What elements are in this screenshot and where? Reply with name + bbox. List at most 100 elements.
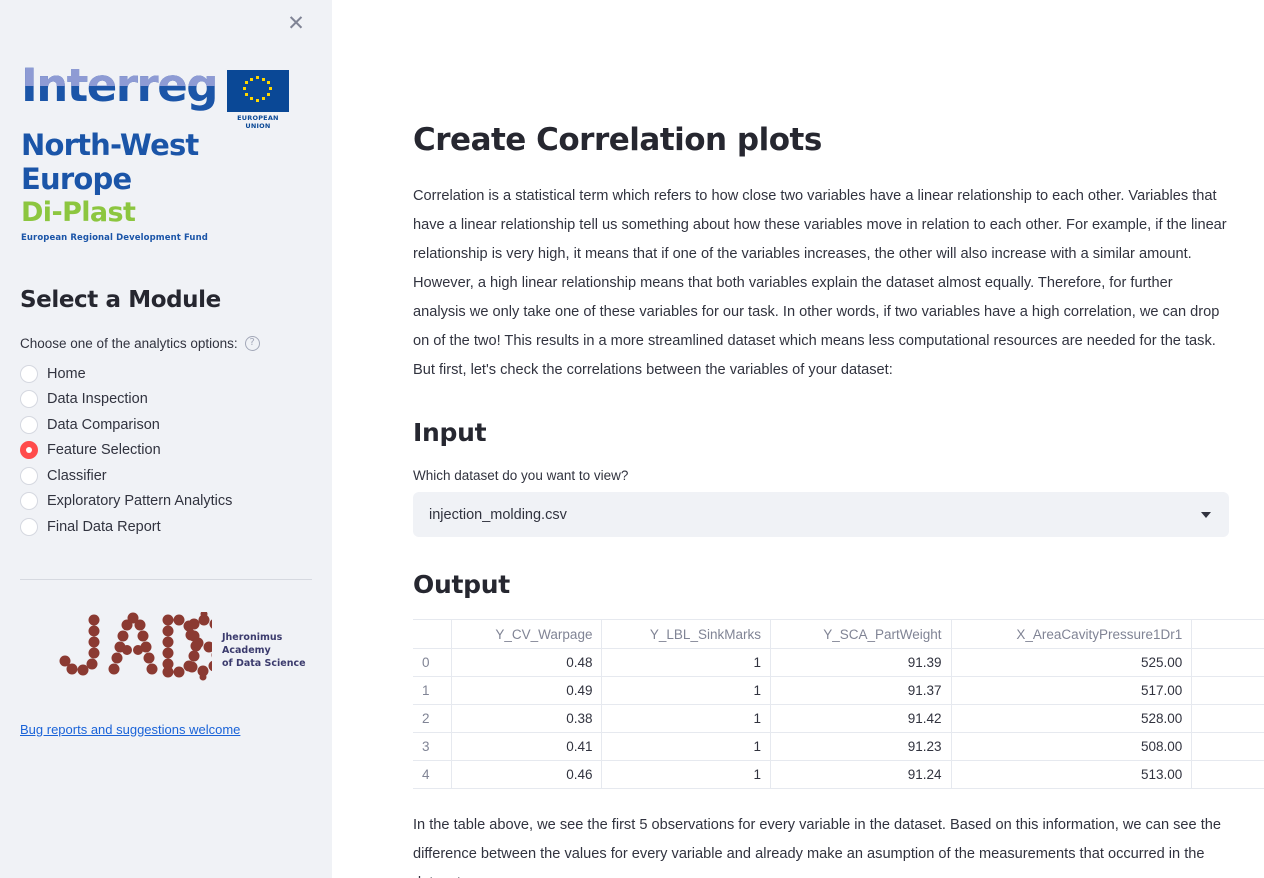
jads-tagline-line-1: Jheronimus — [222, 631, 283, 643]
cell: 91.23 — [769, 732, 952, 761]
sidebar: ✕ Interreg Interreg — [0, 0, 332, 878]
radio-mark-final-data-report[interactable] — [20, 517, 38, 536]
jads-logo: Jheronimus Academy of Data Science — [20, 610, 312, 689]
interreg-logo: Interreg Interreg — [20, 62, 312, 243]
chevron-down-icon[interactable] — [1201, 511, 1211, 518]
sidebar-divider — [20, 578, 312, 580]
jads-tagline: Jheronimus Academy of Data Science — [222, 631, 306, 670]
column-header-y-lbl-sinkmarks[interactable]: Y_LBL_SinkMarks — [601, 619, 771, 649]
app-root: ✕ Interreg Interreg — [0, 0, 1264, 878]
eu-flag-icon — [226, 70, 289, 112]
close-icon[interactable]: ✕ — [282, 10, 310, 38]
module-radio-label: Choose one of the analytics options: ? — [20, 336, 312, 351]
jads-tagline-line-2: Academy — [222, 644, 271, 656]
input-section-title: Input — [413, 418, 487, 447]
cell: 12 — [1191, 704, 1264, 733]
cell: 0.48 — [451, 648, 603, 677]
cell: 517.00 — [950, 676, 1193, 705]
radio-mark-classifier[interactable] — [20, 466, 38, 485]
cell: 528.00 — [950, 704, 1193, 733]
cell: 1 — [601, 648, 771, 677]
cell: 525.00 — [950, 648, 1193, 677]
radio-mark-feature-selection[interactable] — [20, 441, 38, 460]
column-header-y-cv-warpage[interactable]: Y_CV_Warpage — [451, 619, 603, 649]
dataset-question-label: Which dataset do you want to view? — [413, 468, 629, 483]
sidebar-item-data-comparison[interactable]: Data Comparison — [20, 412, 312, 438]
cell: 1 — [601, 732, 771, 761]
cell: 91.24 — [769, 760, 952, 789]
cell: 12 — [1191, 676, 1264, 705]
cell: 0.41 — [451, 732, 603, 761]
cell: 508.00 — [950, 732, 1193, 761]
eu-flag-caption: EUROPEAN UNION — [237, 114, 279, 130]
dataframe-table: Y_CV_Warpage Y_LBL_SinkMarks Y_SCA_PartW… — [413, 619, 1264, 789]
sidebar-item-final-data-report[interactable]: Final Data Report — [20, 514, 312, 540]
cell: 91.39 — [769, 648, 952, 677]
sidebar-item-home[interactable]: Home — [20, 361, 312, 387]
cell: 1 — [601, 704, 771, 733]
sidebar-item-feature-selection[interactable]: Feature Selection — [20, 438, 312, 464]
cell: 12 — [1191, 648, 1264, 677]
radio-mark-data-inspection[interactable] — [20, 390, 38, 409]
sidebar-item-label: Data Inspection — [47, 391, 148, 408]
bug-report-link[interactable]: Bug reports and suggestions welcome — [20, 722, 240, 737]
module-radio-group[interactable]: Home Data Inspection Data Comparison Fea… — [20, 361, 312, 540]
column-header-y-sca-partweight[interactable]: Y_SCA_PartWeight — [769, 619, 952, 649]
row-index: 2 — [413, 704, 453, 733]
dataset-select-value: injection_molding.csv — [429, 506, 567, 523]
cell: 1 — [601, 760, 771, 789]
intro-paragraph: Correlation is a statistical term which … — [413, 188, 1227, 378]
table-row: 1 0.49 1 91.37 517.00 12 — [413, 676, 1264, 705]
cell: 0.46 — [451, 760, 603, 789]
main-content: Create Correlation plots Correlation is … — [332, 0, 1264, 878]
sidebar-item-data-inspection[interactable]: Data Inspection — [20, 387, 312, 413]
dataframe-table-wrapper[interactable]: Y_CV_Warpage Y_LBL_SinkMarks Y_SCA_PartW… — [413, 619, 1264, 789]
module-radio-label-text: Choose one of the analytics options: — [20, 336, 238, 351]
diplast-wordmark: Di-Plast — [21, 197, 136, 228]
sidebar-item-label: Home — [47, 365, 86, 382]
cell: 0.49 — [451, 676, 603, 705]
sidebar-item-label: Final Data Report — [47, 518, 161, 535]
row-index: 0 — [413, 648, 453, 677]
cell: 91.42 — [769, 704, 952, 733]
interreg-logo-top-row: Interreg Interreg — [21, 62, 312, 130]
row-index: 1 — [413, 676, 453, 705]
row-index: 4 — [413, 760, 453, 789]
table-row: 4 0.46 1 91.24 513.00 12 — [413, 760, 1264, 789]
dataset-select[interactable]: injection_molding.csv — [413, 492, 1229, 537]
column-header-x-areacavitypressure1dr1[interactable]: X_AreaCavityPressure1Dr1 — [950, 619, 1193, 649]
radio-mark-data-comparison[interactable] — [20, 415, 38, 434]
output-section-title: Output — [413, 570, 510, 599]
jads-tagline-line-3: of Data Science — [222, 657, 306, 669]
sidebar-item-label: Classifier — [47, 467, 107, 484]
radio-mark-home[interactable] — [20, 364, 38, 383]
interreg-region-line: North-West Europe — [21, 128, 199, 196]
sidebar-item-label: Data Comparison — [47, 416, 160, 433]
interreg-wordmark: Interreg Interreg — [21, 59, 218, 112]
eu-flag-stars — [227, 70, 289, 112]
sidebar-item-classifier[interactable]: Classifier — [20, 463, 312, 489]
radio-mark-exploratory-pattern-analytics[interactable] — [20, 492, 38, 511]
table-note-paragraph: In the table above, we see the first 5 o… — [413, 817, 1221, 878]
table-row: 0 0.48 1 91.39 525.00 12 — [413, 648, 1264, 677]
sidebar-item-label: Feature Selection — [47, 442, 161, 459]
table-header-row: Y_CV_Warpage Y_LBL_SinkMarks Y_SCA_PartW… — [413, 619, 1264, 649]
table-body: 0 0.48 1 91.39 525.00 12 1 0.49 1 91.37 — [413, 648, 1264, 789]
erdf-caption: European Regional Development Fund — [21, 233, 208, 243]
jads-wordmark-icon — [42, 610, 223, 689]
cell: 12 — [1191, 760, 1264, 789]
cell: 1 — [601, 676, 771, 705]
row-index: 3 — [413, 732, 453, 761]
module-section-title: Select a Module — [20, 287, 221, 313]
sidebar-item-label: Exploratory Pattern Analytics — [47, 493, 233, 510]
sidebar-item-exploratory-pattern-analytics[interactable]: Exploratory Pattern Analytics — [20, 489, 312, 515]
page-title: Create Correlation plots — [413, 122, 822, 158]
column-header-index[interactable] — [413, 619, 453, 649]
column-header-x-areacavitypressure1[interactable]: X_AreaCavityPressure1 — [1191, 619, 1264, 649]
cell: 91.37 — [769, 676, 952, 705]
cell: 0.38 — [451, 704, 603, 733]
table-row: 3 0.41 1 91.23 508.00 12 — [413, 732, 1264, 761]
help-circle-icon[interactable]: ? — [244, 336, 260, 351]
table-row: 2 0.38 1 91.42 528.00 12 — [413, 704, 1264, 733]
interreg-wordmark-base: Interreg — [21, 59, 218, 112]
